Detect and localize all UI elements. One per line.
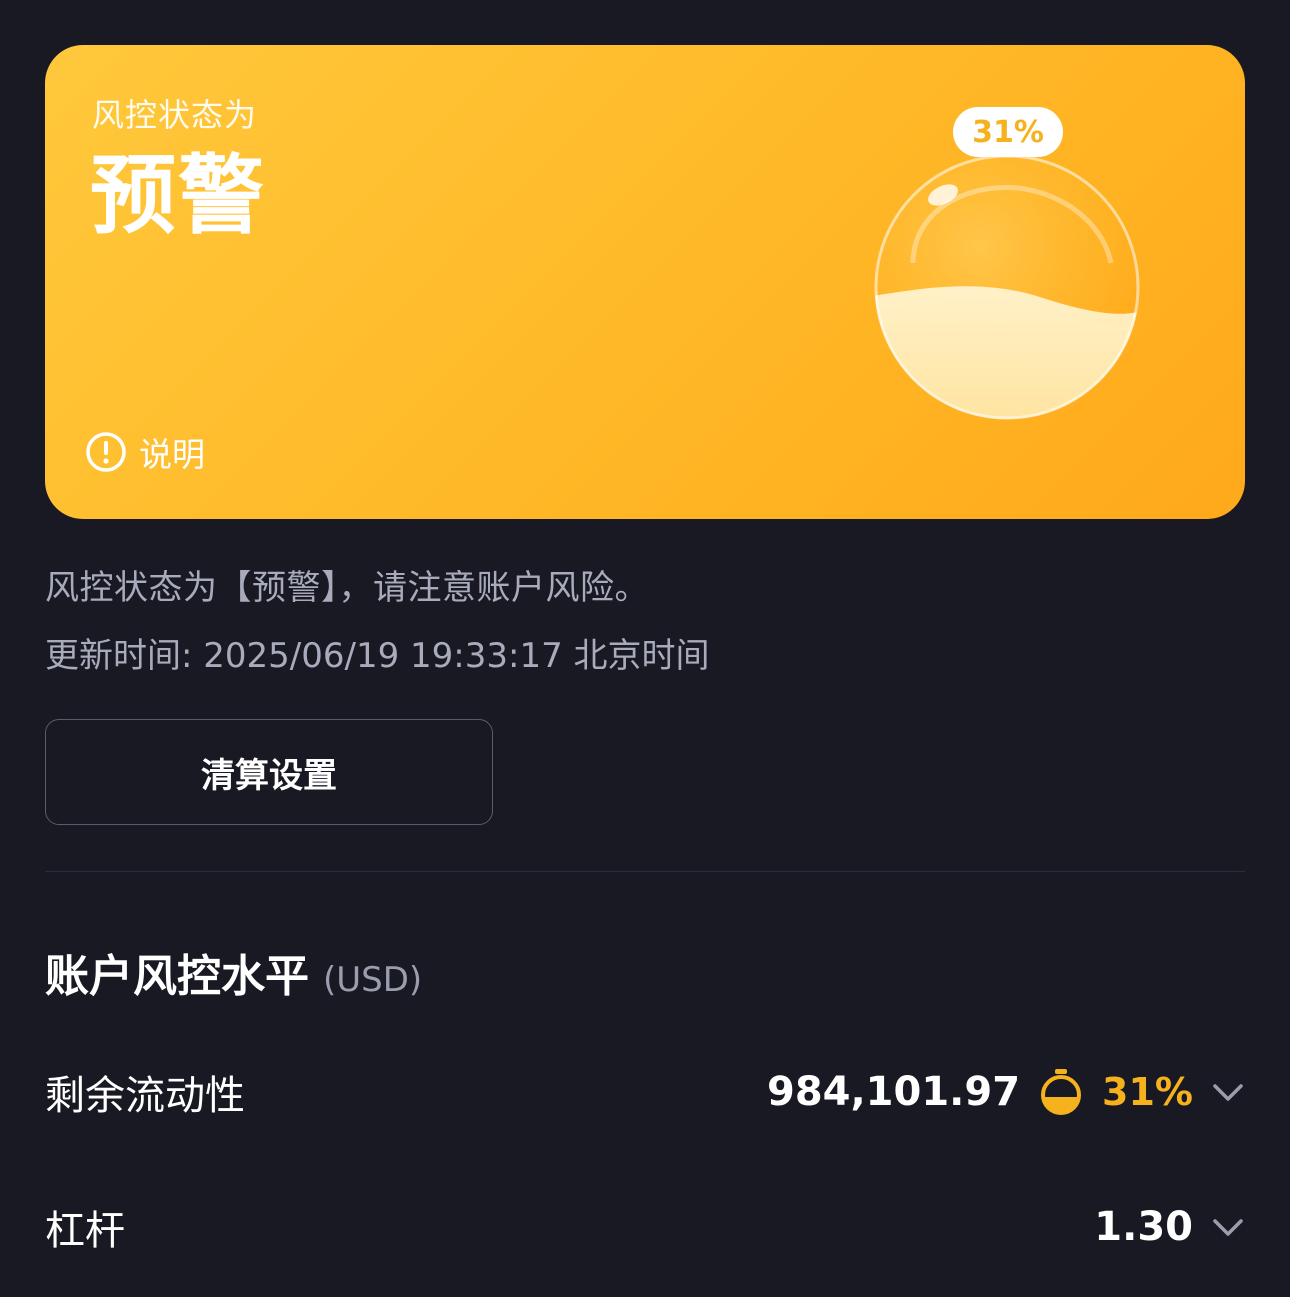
risk-percent-badge: 31% xyxy=(953,107,1063,157)
explain-label: 说明 xyxy=(139,435,205,474)
liquidity-percent: 31% xyxy=(1102,1070,1193,1114)
chevron-down-icon xyxy=(1211,1210,1245,1244)
row-remaining-liquidity: 剩余流动性 984,101.97 31% xyxy=(45,1052,1245,1132)
row-label: 剩余流动性 xyxy=(45,1073,245,1119)
row-expand-toggle[interactable]: 1.30 xyxy=(1094,1204,1245,1250)
section-divider xyxy=(45,871,1245,872)
row-expand-toggle[interactable]: 984,101.97 31% xyxy=(767,1067,1245,1117)
risk-status-card: 风控状态为 预警 说明 31% xyxy=(45,45,1245,519)
risk-status-subtitle: 风控状态为 xyxy=(92,96,258,134)
explain-link[interactable]: 说明 xyxy=(85,428,205,476)
liquidity-value: 984,101.97 xyxy=(766,1069,1021,1115)
row-label: 杠杆 xyxy=(45,1208,125,1254)
update-time-text: 更新时间: 2025/06/19 19:33:17 北京时间 xyxy=(45,636,710,676)
leverage-value: 1.30 xyxy=(1094,1204,1193,1250)
exclamation-circle-icon xyxy=(85,431,127,473)
risk-status-value: 预警 xyxy=(90,146,266,246)
row-leverage: 杠杆 1.30 xyxy=(45,1187,1245,1267)
section-title: 账户风控水平 xyxy=(45,951,309,1002)
timer-icon xyxy=(1038,1067,1084,1117)
risk-level-orb xyxy=(873,153,1141,421)
section-unit: (USD) xyxy=(323,960,423,1000)
chevron-down-icon xyxy=(1211,1075,1245,1109)
section-header: 账户风控水平 (USD) xyxy=(45,940,422,1004)
risk-notice-text: 风控状态为【预警】，请注意账户风险。 xyxy=(45,568,649,608)
liquidation-settings-button[interactable]: 清算设置 xyxy=(45,719,493,825)
